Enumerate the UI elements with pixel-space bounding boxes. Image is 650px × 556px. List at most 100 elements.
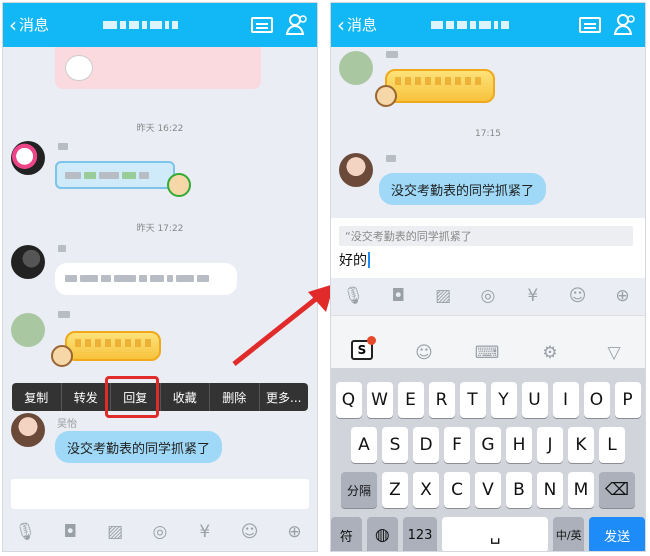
keyboard-icon[interactable]: ⌨ [475, 342, 500, 364]
avatar[interactable] [11, 413, 45, 447]
keyboard-row: QWERTYUIOP [331, 382, 645, 418]
key-v[interactable]: V [475, 472, 501, 508]
camera-icon[interactable]: ◎ [477, 285, 499, 307]
key-g[interactable]: G [475, 427, 501, 463]
reply-highlight-box [105, 376, 159, 418]
chevron-left-icon: ‹ [337, 12, 345, 37]
back-button[interactable]: ‹ 消息 [337, 14, 377, 35]
emoji-icon[interactable]: ☺ [567, 285, 589, 307]
backspace-key[interactable]: ⌫ [599, 472, 635, 508]
context-menu: 复制 转发 回复 收藏 删除 更多... [12, 383, 308, 411]
key-m[interactable]: M [568, 472, 594, 508]
keyboard-row: ASDFGHJKL [331, 427, 645, 463]
quote-preview: “没交考勤表的同学抓紧了 [339, 226, 633, 246]
sticker-message-top[interactable] [55, 47, 261, 89]
voice-icon[interactable]: 🎙 [14, 521, 37, 543]
message-input[interactable] [11, 479, 309, 509]
redpacket-icon[interactable]: ¥ [194, 521, 216, 543]
keyboard-row: 分隔 ZXCVBNM ⌫ [331, 472, 645, 508]
menu-delete[interactable]: 删除 [210, 383, 260, 411]
key-n[interactable]: N [537, 472, 563, 508]
key-t[interactable]: T [459, 382, 486, 418]
timestamp: 昨天 17:22 [136, 224, 184, 234]
profile-card-icon[interactable] [579, 17, 601, 33]
avatar[interactable] [339, 51, 373, 85]
back-button[interactable]: ‹ 消息 [9, 14, 49, 35]
camera-icon[interactable]: ◎ [149, 521, 171, 543]
settings-icon[interactable]: ⚙ [539, 342, 561, 364]
message-bubble-blurred[interactable] [55, 263, 237, 295]
key-d[interactable]: D [413, 427, 439, 463]
space-key[interactable]: ␣ [442, 517, 549, 551]
key-s[interactable]: S [382, 427, 408, 463]
separator-key[interactable]: 分隔 [341, 472, 377, 508]
key-r[interactable]: R [428, 382, 455, 418]
gold-bubble-message[interactable] [65, 331, 161, 361]
key-y[interactable]: Y [490, 382, 517, 418]
key-z[interactable]: Z [382, 472, 408, 508]
plus-icon[interactable]: ⊕ [611, 285, 633, 307]
sender-name-blurred [58, 311, 70, 318]
key-o[interactable]: O [583, 382, 610, 418]
gold-bubble-message[interactable] [385, 69, 495, 103]
image-icon[interactable]: ▨ [432, 285, 454, 307]
video-icon[interactable]: ◘ [59, 521, 81, 543]
number-key[interactable]: 123 [402, 517, 438, 551]
sticker-character [51, 345, 73, 367]
avatar[interactable] [11, 245, 45, 279]
key-c[interactable]: C [444, 472, 470, 508]
message-bubble-blurred[interactable] [55, 161, 175, 189]
key-k[interactable]: K [568, 427, 594, 463]
send-button[interactable]: 发送 [589, 517, 645, 551]
key-e[interactable]: E [397, 382, 424, 418]
emoji-icon[interactable]: ☺ [413, 342, 435, 364]
key-h[interactable]: H [506, 427, 532, 463]
message-bubble[interactable]: 没交考勤表的同学抓紧了 [55, 431, 223, 463]
key-b[interactable]: B [506, 472, 532, 508]
key-u[interactable]: U [521, 382, 548, 418]
sogou-badge [367, 336, 376, 345]
voice-icon[interactable]: 🎙 [342, 285, 365, 307]
menu-forward[interactable]: 转发 [62, 383, 111, 411]
key-i[interactable]: I [552, 382, 579, 418]
chevron-left-icon: ‹ [9, 12, 17, 37]
language-key[interactable]: 中/英 [553, 517, 585, 551]
nav-bar: ‹ 消息 [3, 3, 317, 47]
profile-card-icon[interactable] [251, 17, 273, 33]
nav-bar: ‹ 消息 [331, 3, 645, 47]
sender-name-blurred [386, 155, 396, 162]
group-members-icon[interactable] [285, 12, 309, 36]
avatar[interactable] [11, 313, 45, 347]
emoji-icon[interactable]: ☺ [239, 521, 261, 543]
menu-favorite[interactable]: 收藏 [161, 383, 210, 411]
arrow-icon [232, 284, 334, 366]
symbol-key[interactable]: 符 [331, 517, 362, 551]
key-p[interactable]: P [614, 382, 641, 418]
key-x[interactable]: X [413, 472, 439, 508]
message-input[interactable]: 好的 [339, 250, 370, 270]
keyboard: QWERTYUIOP ASDFGHJKL 分隔 ZXCVBNM ⌫ 符 ◍ 12… [331, 368, 645, 551]
avatar[interactable] [339, 153, 373, 187]
menu-copy[interactable]: 复制 [12, 383, 62, 411]
key-j[interactable]: J [537, 427, 563, 463]
image-icon[interactable]: ▨ [104, 521, 126, 543]
key-w[interactable]: W [366, 382, 393, 418]
group-members-icon[interactable] [613, 12, 637, 36]
timestamp: 昨天 16:22 [136, 124, 184, 134]
key-l[interactable]: L [599, 427, 625, 463]
chat-screen-right: ‹ 消息 17:15 没交考勤表的同学抓紧了 “没交考勤表的同学抓紧了 好的 🎙… [330, 2, 646, 552]
redpacket-icon[interactable]: ¥ [522, 285, 544, 307]
plus-icon[interactable]: ⊕ [283, 521, 305, 543]
message-bubble[interactable]: 没交考勤表的同学抓紧了 [379, 173, 547, 205]
menu-more[interactable]: 更多... [260, 383, 309, 411]
input-toolbar: 🎙 ◘ ▨ ◎ ¥ ☺ ⊕ [3, 515, 317, 549]
chevron-down-icon[interactable]: ▽ [603, 342, 625, 364]
key-a[interactable]: A [351, 427, 377, 463]
key-f[interactable]: F [444, 427, 470, 463]
sender-name: 吴怡 [57, 419, 77, 430]
chat-title-blurred [431, 18, 541, 32]
key-q[interactable]: Q [335, 382, 362, 418]
avatar[interactable] [11, 141, 45, 175]
globe-icon[interactable]: ◍ [366, 517, 398, 551]
video-icon[interactable]: ◘ [387, 285, 409, 307]
